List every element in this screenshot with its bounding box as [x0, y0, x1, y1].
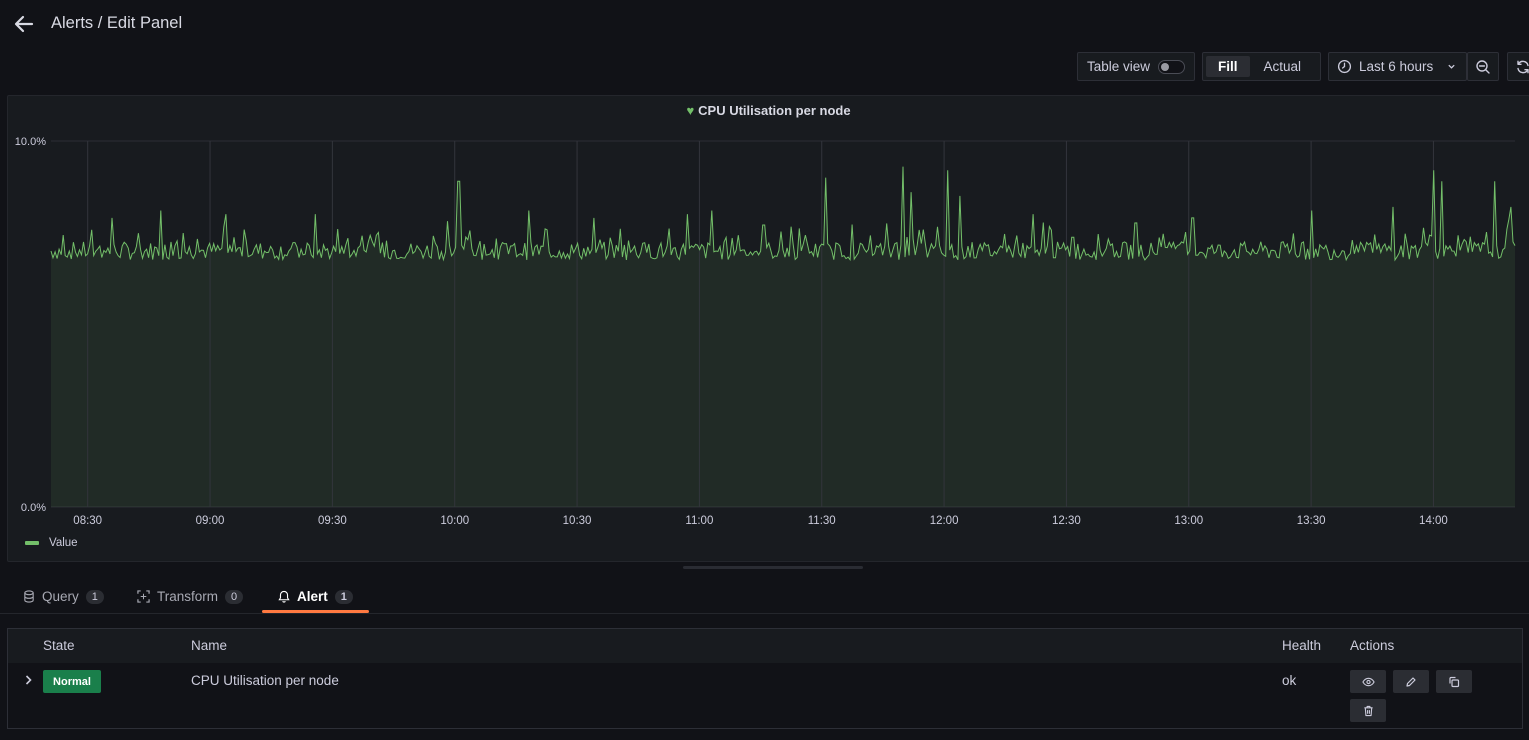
tab-query-label: Query: [42, 589, 79, 604]
column-header-state: State: [43, 638, 75, 653]
x-tick-label: 13:00: [1174, 515, 1203, 526]
back-arrow-icon[interactable]: [12, 12, 36, 36]
copy-icon: [1449, 676, 1460, 687]
table-view-switch[interactable]: [1158, 60, 1185, 74]
health-status: ok: [1282, 673, 1297, 688]
tab-transform[interactable]: Transform 0: [137, 580, 244, 613]
edit-button[interactable]: [1393, 670, 1429, 693]
trash-icon: [1363, 705, 1373, 716]
chevron-down-icon: [1448, 64, 1455, 69]
view-button[interactable]: [1350, 670, 1386, 693]
zoom-out-icon: [1476, 59, 1490, 74]
refresh-icon: [1517, 60, 1529, 73]
legend-swatch: [25, 541, 39, 545]
y-tick-label: 0.0%: [21, 502, 46, 514]
pane-resize-handle[interactable]: [683, 566, 863, 569]
time-range-label: Last 6 hours: [1359, 59, 1434, 74]
x-tick-label: 11:00: [685, 515, 713, 526]
table-row: Normal CPU Utilisation per node ok: [8, 663, 1522, 729]
tab-alert-count: 1: [334, 589, 353, 604]
x-tick-label: 09:00: [196, 515, 225, 526]
series-line-value: [50, 166, 1516, 262]
duplicate-button[interactable]: [1436, 670, 1472, 693]
state-badge: Normal: [43, 670, 101, 693]
tab-transform-label: Transform: [157, 589, 219, 604]
delete-button[interactable]: [1350, 699, 1386, 722]
tab-query-count: 1: [85, 589, 104, 604]
x-tick-label: 12:30: [1052, 515, 1081, 526]
transform-icon: [137, 590, 150, 603]
x-tick-label: 11:30: [808, 515, 836, 526]
x-tick-label: 09:30: [318, 515, 347, 526]
table-view-toggle[interactable]: Table view: [1077, 52, 1195, 81]
series-area-value: [51, 166, 1515, 507]
database-icon: [24, 590, 34, 603]
x-tick-label: 08:30: [73, 515, 102, 526]
legend[interactable]: Value: [25, 537, 78, 549]
tab-transform-count: 0: [225, 589, 244, 604]
pencil-icon: [1406, 676, 1416, 687]
alert-rules-table: State Name Health Actions Normal CPU Uti…: [7, 628, 1523, 729]
page-title: Alerts / Edit Panel: [51, 14, 183, 32]
bell-icon: [278, 590, 290, 603]
x-tick-label: 10:30: [563, 515, 592, 526]
tab-alert[interactable]: Alert 1: [262, 580, 369, 613]
table-header: State Name Health Actions: [8, 629, 1522, 663]
column-header-name: Name: [191, 638, 228, 653]
refresh-button[interactable]: [1507, 52, 1529, 81]
column-header-health: Health: [1282, 638, 1322, 653]
x-tick-label: 13:30: [1297, 515, 1326, 526]
tab-query[interactable]: Query 1: [23, 580, 104, 613]
x-tick-label: 12:00: [930, 515, 959, 526]
chevron-right-icon[interactable]: [22, 674, 34, 686]
fill-button[interactable]: Fill: [1206, 56, 1250, 77]
table-view-label: Table view: [1087, 59, 1151, 74]
actual-button[interactable]: Actual: [1252, 56, 1314, 77]
zoom-out-button[interactable]: [1467, 52, 1499, 81]
time-series-chart[interactable]: 10.0% 0.0% 08:30 09:00 09:30 10:00 10:30 11:00 1…: [8, 96, 1529, 526]
eye-icon: [1361, 677, 1375, 686]
fill-actual-group: Fill Actual: [1202, 52, 1321, 81]
x-tick-label: 10:00: [440, 515, 469, 526]
editor-tabs: Query 1 Transform 0 Alert 1: [0, 580, 1529, 614]
graph-panel: ♥ CPU Utilisation per node 10.0% 0.0% 08:30…: [7, 95, 1529, 562]
tab-alert-label: Alert: [297, 589, 328, 604]
y-tick-label: 10.0%: [15, 136, 46, 148]
alert-name: CPU Utilisation per node: [191, 673, 339, 688]
time-range-picker[interactable]: Last 6 hours: [1328, 52, 1467, 81]
column-header-actions: Actions: [1350, 638, 1395, 653]
top-bar: Alerts / Edit Panel: [0, 0, 1529, 50]
x-tick-label: 14:00: [1419, 515, 1448, 526]
legend-label: Value: [49, 537, 78, 549]
clock-icon: [1337, 59, 1352, 74]
